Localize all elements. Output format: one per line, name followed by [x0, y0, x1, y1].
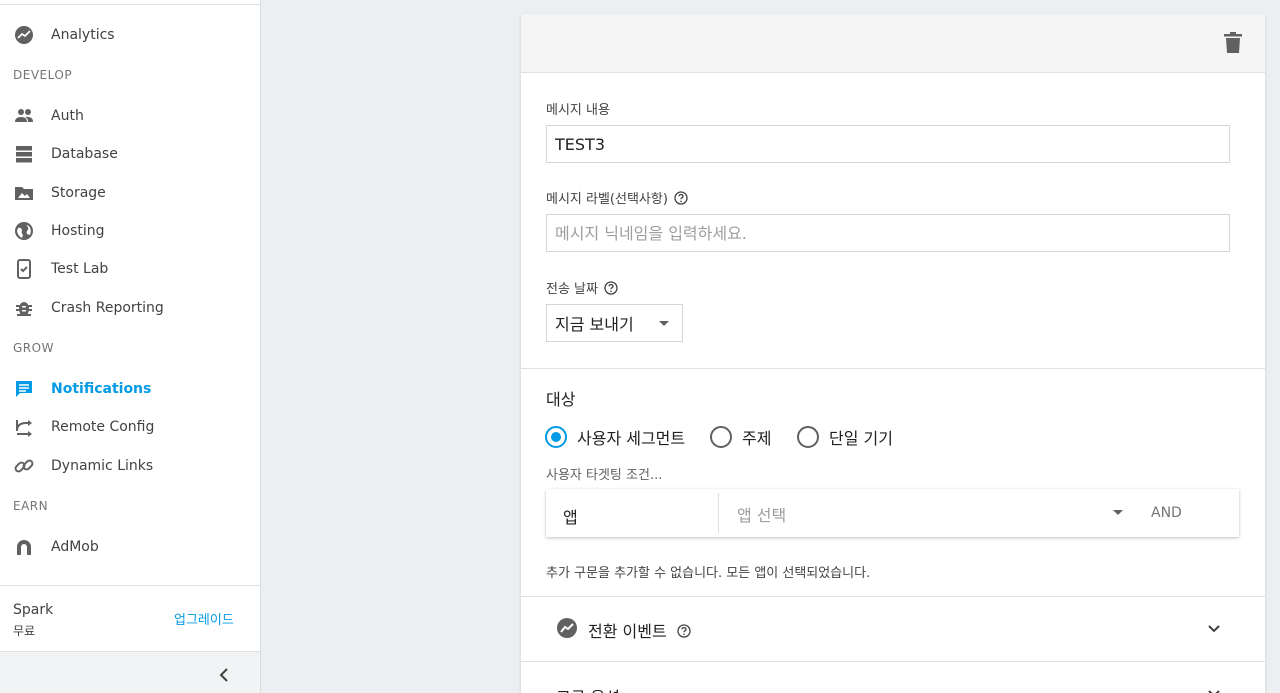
advanced-options-label: 고급 옵션: [556, 684, 620, 693]
message-label-input[interactable]: [546, 214, 1230, 252]
delivery-date-select[interactable]: 지금 보내기: [546, 304, 683, 342]
radio-circle: [797, 426, 819, 448]
section-earn: EARN: [13, 499, 49, 513]
section-divider: [521, 661, 1265, 662]
plan-divider: [0, 585, 260, 586]
radio-label: 주제: [742, 429, 772, 448]
analytics-icon: [13, 24, 35, 46]
sidebar-item-storage[interactable]: Storage: [0, 175, 260, 211]
radio-user-segment[interactable]: 사용자 세그먼트: [545, 425, 685, 449]
chevron-down-icon[interactable]: [1206, 621, 1222, 637]
delivery-date-label: 전송 날짜: [546, 278, 618, 297]
help-icon[interactable]: [674, 190, 688, 205]
radio-topic[interactable]: 주제: [710, 425, 771, 449]
radio-circle: [545, 426, 567, 448]
message-text-input[interactable]: [546, 125, 1230, 163]
advanced-options-header[interactable]: 고급 옵션: [556, 684, 620, 693]
sidebar-item-label: Dynamic Links: [51, 458, 154, 474]
auth-icon: [13, 105, 35, 127]
condition-note: 추가 구문을 추가할 수 없습니다. 모든 앱이 선택되었습니다.: [546, 566, 871, 581]
sidebar-item-label: Remote Config: [51, 419, 155, 435]
radio-circle: [710, 426, 732, 448]
sidebar-item-label: Storage: [51, 185, 106, 201]
chevron-down-icon[interactable]: [1206, 686, 1222, 693]
remote-config-icon: [13, 416, 35, 438]
message-text-label-text: 메시지 내용: [546, 103, 610, 118]
radio-single-device[interactable]: 단일 기기: [797, 425, 893, 449]
sidebar-top-divider: [0, 4, 260, 5]
sidebar-item-auth[interactable]: Auth: [0, 98, 260, 134]
sidebar-item-label: Auth: [51, 108, 84, 124]
radio-label: 단일 기기: [829, 429, 893, 448]
message-label-label-text: 메시지 라벨(선택사항): [546, 192, 668, 207]
section-grow: GROW: [13, 341, 54, 355]
target-title: 대상: [546, 390, 576, 409]
sidebar-item-crash-reporting[interactable]: Crash Reporting: [0, 290, 260, 326]
sidebar-item-label: Hosting: [51, 223, 105, 239]
message-label-label: 메시지 라벨(선택사항): [546, 188, 688, 207]
conversion-events-icon: [556, 617, 578, 643]
card-header: [521, 14, 1265, 73]
sidebar-item-label: Analytics: [51, 27, 115, 43]
app-select[interactable]: 앱 선택: [737, 502, 786, 526]
sidebar-item-label: Test Lab: [51, 261, 109, 277]
sidebar-item-label: AdMob: [51, 539, 99, 555]
notifications-icon: [13, 378, 35, 400]
sidebar-item-hosting[interactable]: Hosting: [0, 213, 260, 249]
radio-label: 사용자 세그먼트: [577, 429, 686, 448]
chevron-left-icon[interactable]: [214, 665, 234, 685]
sidebar-item-admob[interactable]: AdMob: [0, 529, 260, 565]
plan-price: 무료: [13, 624, 36, 638]
conversion-events-label: 전환 이벤트: [588, 622, 667, 641]
sidebar-collapse-bar: [0, 651, 260, 693]
condition-divider: [718, 493, 719, 533]
trash-icon[interactable]: [1224, 32, 1244, 56]
sidebar-item-notifications[interactable]: Notifications: [0, 371, 260, 407]
condition-app-label: 앱: [563, 508, 578, 527]
conversion-events-header[interactable]: 전환 이벤트: [556, 617, 691, 643]
notification-composer-card: 메시지 내용 메시지 라벨(선택사항) 전송 날짜 지금 보내기 대상 사용자 …: [521, 14, 1265, 693]
targeting-condition-row: 앱 앱 선택 AND: [546, 489, 1239, 537]
dynamic-links-icon: [13, 455, 35, 477]
hosting-icon: [13, 220, 35, 242]
delivery-date-value: 지금 보내기: [555, 315, 634, 334]
storage-icon: [13, 182, 35, 204]
sidebar-item-test-lab[interactable]: Test Lab: [0, 251, 260, 287]
sidebar-item-dynamic-links[interactable]: Dynamic Links: [0, 448, 260, 484]
database-icon: [13, 143, 35, 165]
targeting-label: 사용자 타겟팅 조건...: [546, 468, 663, 483]
sidebar-item-remote-config[interactable]: Remote Config: [0, 409, 260, 445]
sidebar: Analytics DEVELOP Auth Database Storage …: [0, 0, 261, 693]
help-icon[interactable]: [604, 280, 618, 295]
admob-icon: [13, 536, 35, 558]
upgrade-link[interactable]: 업그레이드: [174, 609, 234, 628]
crash-reporting-icon: [13, 297, 35, 319]
sidebar-item-label: Crash Reporting: [51, 300, 164, 316]
caret-down-icon: [659, 321, 669, 326]
plan-name: Spark: [13, 602, 54, 618]
delivery-date-label-text: 전송 날짜: [546, 282, 598, 297]
section-divider: [521, 596, 1265, 597]
sidebar-item-label: Database: [51, 146, 118, 162]
section-develop: DEVELOP: [13, 68, 73, 82]
test-lab-icon: [13, 258, 35, 280]
caret-down-icon[interactable]: [1113, 510, 1123, 515]
sidebar-item-database[interactable]: Database: [0, 136, 260, 172]
section-divider: [521, 368, 1265, 369]
message-text-label: 메시지 내용: [546, 99, 610, 118]
and-button[interactable]: AND: [1151, 505, 1182, 521]
sidebar-item-label: Notifications: [51, 381, 152, 397]
sidebar-item-analytics[interactable]: Analytics: [0, 17, 260, 53]
help-icon[interactable]: [677, 623, 691, 638]
